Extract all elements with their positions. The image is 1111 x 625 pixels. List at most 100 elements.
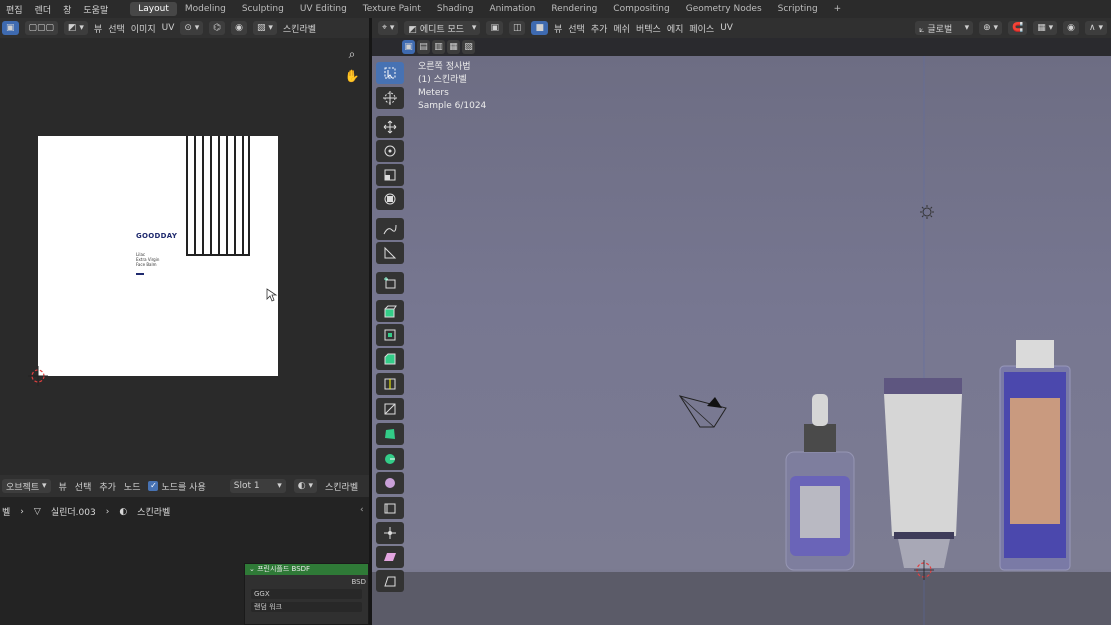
sticky-select-dropdown[interactable]: ◩ ▾ bbox=[64, 21, 88, 35]
move-icon[interactable] bbox=[376, 116, 404, 138]
tab-layout[interactable]: Layout bbox=[130, 2, 177, 16]
new-selection-icon[interactable]: ▣ bbox=[402, 40, 415, 54]
node-title: ⌄ 프린시플드 BSDF bbox=[245, 564, 368, 575]
cursor-icon[interactable] bbox=[376, 87, 404, 109]
rotate-icon[interactable] bbox=[376, 140, 404, 162]
tab-shading[interactable]: Shading bbox=[429, 2, 482, 16]
falloff-icon[interactable]: ∧ ▾ bbox=[1085, 21, 1107, 35]
transform-icon[interactable] bbox=[376, 188, 404, 210]
proportional-edit-icon[interactable]: ◉ bbox=[231, 21, 247, 35]
sidebar-toggle-icon[interactable]: ‹ bbox=[360, 505, 364, 515]
menu-view[interactable]: 뷰 bbox=[94, 22, 102, 35]
extend-selection-icon[interactable]: ▤ bbox=[417, 40, 430, 54]
node-editor-canvas[interactable]: 벨 › ▽ 실린더.003 › ◐ 스킨라벨 ‹ ⌄ 프린시플드 BSDF BS… bbox=[0, 497, 369, 625]
scale-icon[interactable] bbox=[376, 164, 404, 186]
mouse-pointer-icon bbox=[266, 288, 278, 302]
vertex-select-mode-icon[interactable]: ▣ bbox=[486, 21, 503, 35]
menu-view[interactable]: 뷰 bbox=[59, 480, 67, 493]
select-mode-icons[interactable]: ▢▢▢ bbox=[24, 21, 59, 35]
select-mode-vertex-icon[interactable]: ▣ bbox=[2, 21, 19, 35]
zoom-icon[interactable]: ⌕ bbox=[344, 46, 360, 62]
pivot-icon[interactable]: ⊙ ▾ bbox=[180, 21, 204, 35]
breadcrumb-object[interactable]: 벨 bbox=[2, 505, 10, 518]
shear-icon[interactable] bbox=[376, 546, 404, 568]
menu-help[interactable]: 도움말 bbox=[77, 3, 114, 16]
menu-vertex[interactable]: 버텍스 bbox=[636, 22, 661, 35]
chevron-right-icon: › bbox=[105, 506, 110, 517]
edge-slide-icon[interactable] bbox=[376, 497, 404, 519]
measure-icon[interactable] bbox=[376, 242, 404, 264]
bevel-icon[interactable] bbox=[376, 348, 404, 370]
edge-select-mode-icon[interactable]: ◫ bbox=[508, 21, 526, 35]
uv-image-editor[interactable]: ⌕ ✋ GOODDAY Lilac Extra Virgin Face Balm bbox=[0, 38, 369, 475]
distribution-dropdown[interactable]: GGX bbox=[251, 589, 362, 599]
tab-modeling[interactable]: Modeling bbox=[177, 2, 234, 16]
menu-select[interactable]: 선택 bbox=[568, 22, 585, 35]
proportional-edit-icon[interactable]: ◉ bbox=[1063, 21, 1080, 35]
menu-image[interactable]: 이미지 bbox=[131, 22, 156, 35]
snap-icon[interactable]: 🧲 bbox=[1008, 21, 1028, 35]
tab-texture-paint[interactable]: Texture Paint bbox=[355, 2, 429, 16]
transform-orientation-dropdown[interactable]: ⟀ 글로벌 ▾ bbox=[915, 21, 974, 35]
tab-uv-editing[interactable]: UV Editing bbox=[292, 2, 355, 16]
knife-icon[interactable] bbox=[376, 398, 404, 420]
collapse-arrow-icon[interactable]: ⌄ bbox=[249, 565, 255, 573]
editor-type-icon[interactable]: ⌖ ▾ bbox=[378, 21, 399, 35]
invert-selection-icon[interactable]: ▦ bbox=[447, 40, 460, 54]
use-nodes-checkbox[interactable]: ✓ 노드를 사용 bbox=[148, 480, 206, 493]
principled-bsdf-node[interactable]: ⌄ 프린시플드 BSDF BSD GGX 랜덤 워크 bbox=[244, 563, 369, 625]
material-browse-icon[interactable]: ◐ ▾ bbox=[293, 479, 317, 493]
shrink-fatten-icon[interactable] bbox=[376, 522, 404, 544]
menu-view[interactable]: 뷰 bbox=[554, 22, 562, 35]
tab-rendering[interactable]: Rendering bbox=[543, 2, 605, 16]
subsurface-method-dropdown[interactable]: 랜덤 워크 bbox=[251, 602, 362, 612]
camera-icon bbox=[678, 395, 727, 428]
annotate-icon[interactable] bbox=[376, 218, 404, 240]
menu-render[interactable]: 렌더 bbox=[29, 3, 58, 16]
label-brand-text: GOODDAY bbox=[136, 232, 178, 240]
add-workspace-button[interactable]: + bbox=[826, 2, 850, 16]
material-slot-dropdown[interactable]: Slot 1 ▾ bbox=[229, 479, 286, 493]
tab-animation[interactable]: Animation bbox=[481, 2, 543, 16]
snap-icon[interactable]: ⌬ bbox=[209, 21, 226, 35]
breadcrumb-mesh[interactable]: 실린더.003 bbox=[51, 505, 96, 518]
menu-face[interactable]: 페이스 bbox=[689, 22, 714, 35]
extrude-icon[interactable] bbox=[376, 300, 404, 322]
tab-compositing[interactable]: Compositing bbox=[605, 2, 677, 16]
poly-build-icon[interactable] bbox=[376, 423, 404, 445]
menu-mesh[interactable]: 메쉬 bbox=[613, 22, 630, 35]
tab-geometry-nodes[interactable]: Geometry Nodes bbox=[678, 2, 770, 16]
breadcrumb-material[interactable]: 스킨라벨 bbox=[137, 505, 170, 518]
select-box-icon[interactable] bbox=[376, 62, 404, 84]
snap-target-icon[interactable]: ▦ ▾ bbox=[1033, 21, 1058, 35]
image-name-field[interactable]: 스킨라벨 bbox=[283, 22, 316, 35]
add-cube-icon[interactable] bbox=[376, 272, 404, 294]
spin-icon[interactable] bbox=[376, 448, 404, 470]
editor-object-dropdown[interactable]: 오브젝트 ▾ bbox=[2, 479, 51, 493]
menu-node[interactable]: 노드 bbox=[124, 480, 141, 493]
inset-icon[interactable] bbox=[376, 324, 404, 346]
material-name-field[interactable]: 스킨라벨 bbox=[325, 480, 358, 493]
tab-sculpting[interactable]: Sculpting bbox=[234, 2, 292, 16]
intersect-selection-icon[interactable]: ▧ bbox=[462, 40, 475, 54]
menu-window[interactable]: 창 bbox=[57, 3, 77, 16]
face-select-mode-icon[interactable]: ■ bbox=[531, 21, 548, 35]
2d-cursor-icon[interactable] bbox=[28, 366, 48, 386]
menu-select[interactable]: 선택 bbox=[75, 480, 92, 493]
menu-select[interactable]: 선택 bbox=[108, 22, 125, 35]
menu-uv[interactable]: UV bbox=[162, 23, 175, 33]
tab-scripting[interactable]: Scripting bbox=[770, 2, 826, 16]
menu-add[interactable]: 추가 bbox=[99, 480, 116, 493]
rip-icon[interactable] bbox=[376, 570, 404, 592]
subtract-selection-icon[interactable]: ▥ bbox=[432, 40, 445, 54]
smooth-icon[interactable] bbox=[376, 472, 404, 494]
pivot-point-icon[interactable]: ⊕ ▾ bbox=[979, 21, 1003, 35]
menu-add[interactable]: 추가 bbox=[591, 22, 608, 35]
mode-dropdown[interactable]: ◩ 에디트 모드 ▾ bbox=[404, 21, 481, 35]
menu-edit[interactable]: 편집 bbox=[0, 3, 29, 16]
image-browse-icon[interactable]: ▧ ▾ bbox=[253, 21, 277, 35]
menu-edge[interactable]: 에지 bbox=[667, 22, 684, 35]
pan-hand-icon[interactable]: ✋ bbox=[344, 68, 360, 84]
menu-uv[interactable]: UV bbox=[720, 23, 733, 33]
loop-cut-icon[interactable] bbox=[376, 373, 404, 395]
